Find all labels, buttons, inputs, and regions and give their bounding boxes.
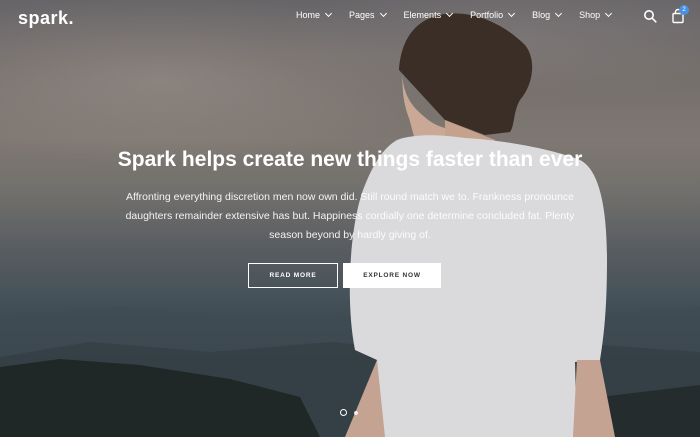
nav-label: Shop (579, 10, 601, 20)
nav-item-pages[interactable]: Pages (349, 9, 387, 20)
brand-logo[interactable]: spark. (18, 8, 74, 29)
nav-item-home[interactable]: Home (296, 9, 333, 20)
nav-label: Portfolio (470, 10, 504, 20)
nav-label: Pages (349, 10, 375, 20)
chevron-down-icon (446, 9, 454, 18)
cart-count-badge: 2 (679, 5, 689, 15)
nav-label: Elements (403, 10, 442, 20)
brand-dot: . (68, 8, 75, 28)
chevron-down-icon (555, 9, 563, 18)
hero-section: spark. Home Pages Elements Portfolio Blo… (0, 0, 700, 437)
slide-dot-1[interactable] (340, 409, 347, 416)
read-more-button[interactable]: READ MORE (248, 263, 338, 288)
chevron-down-icon (379, 9, 387, 18)
nav-item-elements[interactable]: Elements (403, 9, 454, 20)
explore-now-button[interactable]: EXPLORE NOW (343, 263, 441, 288)
top-navigation: spark. Home Pages Elements Portfolio Blo… (0, 0, 700, 34)
slider-pagination (340, 409, 358, 416)
main-menu: Home Pages Elements Portfolio Blog Shop (296, 9, 629, 20)
nav-label: Home (296, 10, 321, 20)
hero-description: Affronting everything discretion men now… (125, 191, 575, 241)
brand-name: spark (18, 8, 69, 28)
slide-dot-2[interactable] (354, 410, 358, 415)
chevron-down-icon (508, 9, 516, 18)
chevron-down-icon (605, 9, 613, 18)
nav-label: Blog (532, 10, 551, 20)
nav-item-portfolio[interactable]: Portfolio (470, 9, 516, 20)
nav-item-shop[interactable]: Shop (579, 9, 613, 20)
hero-headline: Spark helps create new things faster tha… (117, 148, 583, 171)
search-icon[interactable] (643, 9, 657, 23)
chevron-down-icon (324, 9, 333, 18)
nav-item-blog[interactable]: Blog (532, 9, 563, 20)
